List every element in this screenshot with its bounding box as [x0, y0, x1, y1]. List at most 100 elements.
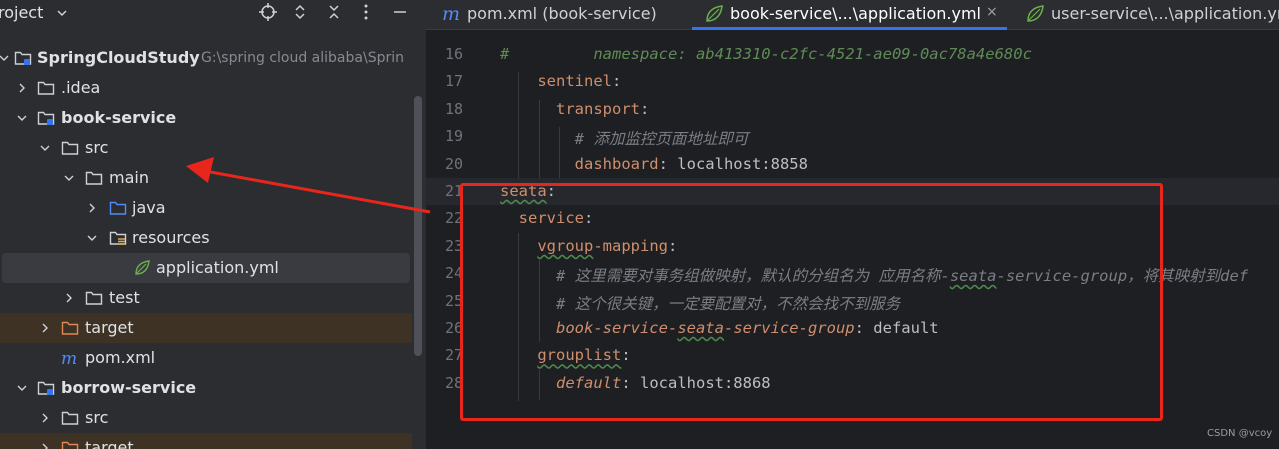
chevron-down-icon[interactable]: [16, 382, 28, 394]
code-token: seata: [949, 267, 997, 286]
code-line[interactable]: 25 # 这个很关键，一定要配置对，不然会找不到服务: [426, 288, 1279, 315]
code-token: grouplist: [537, 346, 622, 365]
tree-item-label: .idea: [61, 78, 101, 97]
code-token: #: [500, 45, 510, 63]
code-token: book-service-: [500, 319, 678, 337]
line-number: 19: [444, 127, 463, 146]
tree-item-pom-xml[interactable]: m pom.xml: [0, 343, 412, 373]
chevron-right-icon[interactable]: [39, 442, 51, 449]
code-line[interactable]: 17 sentinel:: [426, 68, 1279, 95]
code-token: :: [546, 182, 557, 200]
tree-item-resources[interactable]: resources: [0, 223, 412, 253]
tree-item-main[interactable]: main: [0, 163, 412, 193]
code-token: dashboard: [500, 154, 659, 173]
chevron-right-icon[interactable]: [63, 292, 75, 304]
tree-scrollbar[interactable]: [414, 96, 422, 356]
code-token: # 这个很关键，一定要配置对，不然会找不到服务: [500, 294, 901, 313]
code-text: sentinel:: [500, 72, 621, 90]
code-token: vgroup: [537, 236, 594, 255]
maven-icon: m: [61, 349, 79, 367]
code-token: # 添加监控页面地址即可: [500, 130, 749, 149]
close-icon[interactable]: ×: [986, 4, 998, 20]
project-panel-header: roject: [0, 0, 426, 26]
tree-item-label: SpringCloudStudy: [37, 48, 200, 67]
chevron-down-icon[interactable]: [86, 232, 98, 244]
project-panel-title[interactable]: roject: [0, 3, 43, 22]
project-path: G:\spring cloud alibaba\Sprin: [201, 50, 404, 66]
tree-item-label: target: [85, 438, 134, 449]
spring-leaf-icon: [1025, 4, 1045, 24]
tree-item-label: target: [85, 318, 134, 337]
code-token: : localhost:8858: [658, 154, 808, 173]
line-number: 21: [444, 182, 463, 200]
module-folder-icon: [37, 379, 55, 397]
code-line[interactable]: 28 default: localhost:8868: [426, 370, 1279, 397]
folder-icon: [61, 409, 79, 427]
line-number: 24: [444, 264, 463, 283]
chevron-right-icon[interactable]: [16, 82, 28, 94]
code-token: -mapping: [593, 236, 668, 255]
code-line[interactable]: 26 book-service-seata-service-group: def…: [426, 315, 1279, 342]
line-number: 16: [444, 45, 463, 63]
code-token: namespace: ab413310-c2fc-4521-ae09-0ac78…: [509, 45, 1032, 63]
folder-icon: [37, 79, 55, 97]
tree-item-borrow-service[interactable]: borrow-service: [0, 373, 412, 403]
code-line[interactable]: 18 transport:: [426, 96, 1279, 123]
chevron-down-icon[interactable]: [16, 112, 28, 124]
code-token: : default: [854, 319, 939, 337]
chevron-right-icon[interactable]: [86, 202, 98, 214]
tree-item-target[interactable]: target: [0, 313, 412, 343]
chevron-right-icon[interactable]: [39, 412, 51, 424]
more-options-icon[interactable]: [356, 2, 376, 22]
code-token: : localhost:8868: [621, 373, 771, 392]
tab-user-service-application-yml[interactable]: user-service\...\application.ym: [1007, 0, 1279, 30]
line-number: 18: [444, 99, 463, 118]
line-number: 23: [444, 236, 463, 255]
locate-file-icon[interactable]: [258, 2, 278, 22]
tab-label: user-service\...\application.ym: [1051, 4, 1279, 23]
line-number: 27: [444, 346, 463, 365]
collapse-all-icon[interactable]: [324, 2, 344, 22]
code-editor[interactable]: m pom.xml (book-service) book-service\..…: [426, 0, 1279, 449]
code-text: dashboard: localhost:8858: [500, 155, 808, 173]
minimize-icon[interactable]: [390, 2, 410, 22]
tree-item-book-service[interactable]: book-service: [0, 103, 412, 133]
chevron-down-icon[interactable]: [56, 5, 68, 21]
expand-all-icon[interactable]: [290, 2, 310, 22]
code-line[interactable]: 19 # 添加监控页面地址即可: [426, 123, 1279, 150]
tree-item-springcloudstudy[interactable]: SpringCloudStudy G:\spring cloud alibaba…: [0, 43, 412, 73]
tree-item-test[interactable]: test: [0, 283, 412, 313]
code-text: # namespace: ab413310-c2fc-4521-ae09-0ac…: [500, 45, 1032, 63]
editor-tab-bar: m pom.xml (book-service) book-service\..…: [426, 0, 1279, 30]
project-tool-window: roject SpringCloudStudy G:\spring cloud …: [0, 0, 426, 449]
code-line[interactable]: 24 # 这里需要对事务组做映射，默认的分组名为 应用名称-seata-serv…: [426, 260, 1279, 287]
chevron-down-icon[interactable]: [39, 142, 51, 154]
tree-item-idea[interactable]: .idea: [0, 73, 412, 103]
line-number: 17: [444, 72, 463, 91]
chevron-down-icon[interactable]: [63, 172, 75, 184]
chevron-down-icon[interactable]: [0, 52, 10, 64]
code-token: -service-group: [723, 319, 855, 337]
code-text: # 这个很关键，一定要配置对，不然会找不到服务: [500, 292, 900, 314]
tree-item-src[interactable]: src: [0, 133, 412, 163]
code-text: service:: [500, 209, 594, 227]
code-line[interactable]: 23 vgroup-mapping:: [426, 233, 1279, 260]
active-tab-indicator: [692, 27, 1007, 30]
chevron-right-icon[interactable]: [39, 322, 51, 334]
code-line[interactable]: 20 dashboard: localhost:8858: [426, 151, 1279, 178]
code-line[interactable]: 27 grouplist:: [426, 342, 1279, 369]
tab-book-service-application-yml[interactable]: book-service\...\application.yml ×: [692, 0, 1007, 30]
tree-item-src[interactable]: src: [0, 403, 412, 433]
code-line[interactable]: 22 service:: [426, 205, 1279, 232]
line-number: 25: [444, 291, 463, 310]
tree-item-target[interactable]: target: [0, 433, 412, 449]
code-token: :: [621, 346, 631, 365]
code-line[interactable]: 16 # namespace: ab413310-c2fc-4521-ae09-0…: [426, 41, 1279, 68]
code-text: # 这里需要对事务组做映射，默认的分组名为 应用名称-seata-service…: [500, 264, 1248, 286]
tree-item-application-yml[interactable]: application.yml: [2, 253, 410, 283]
tree-item-java[interactable]: java: [0, 193, 412, 223]
code-token: # 这里需要对事务组做映射，默认的分组名为 应用名称-: [500, 267, 950, 286]
code-line[interactable]: 21 seata:: [426, 178, 1279, 206]
tab-pom-xml[interactable]: m pom.xml (book-service): [426, 0, 692, 30]
